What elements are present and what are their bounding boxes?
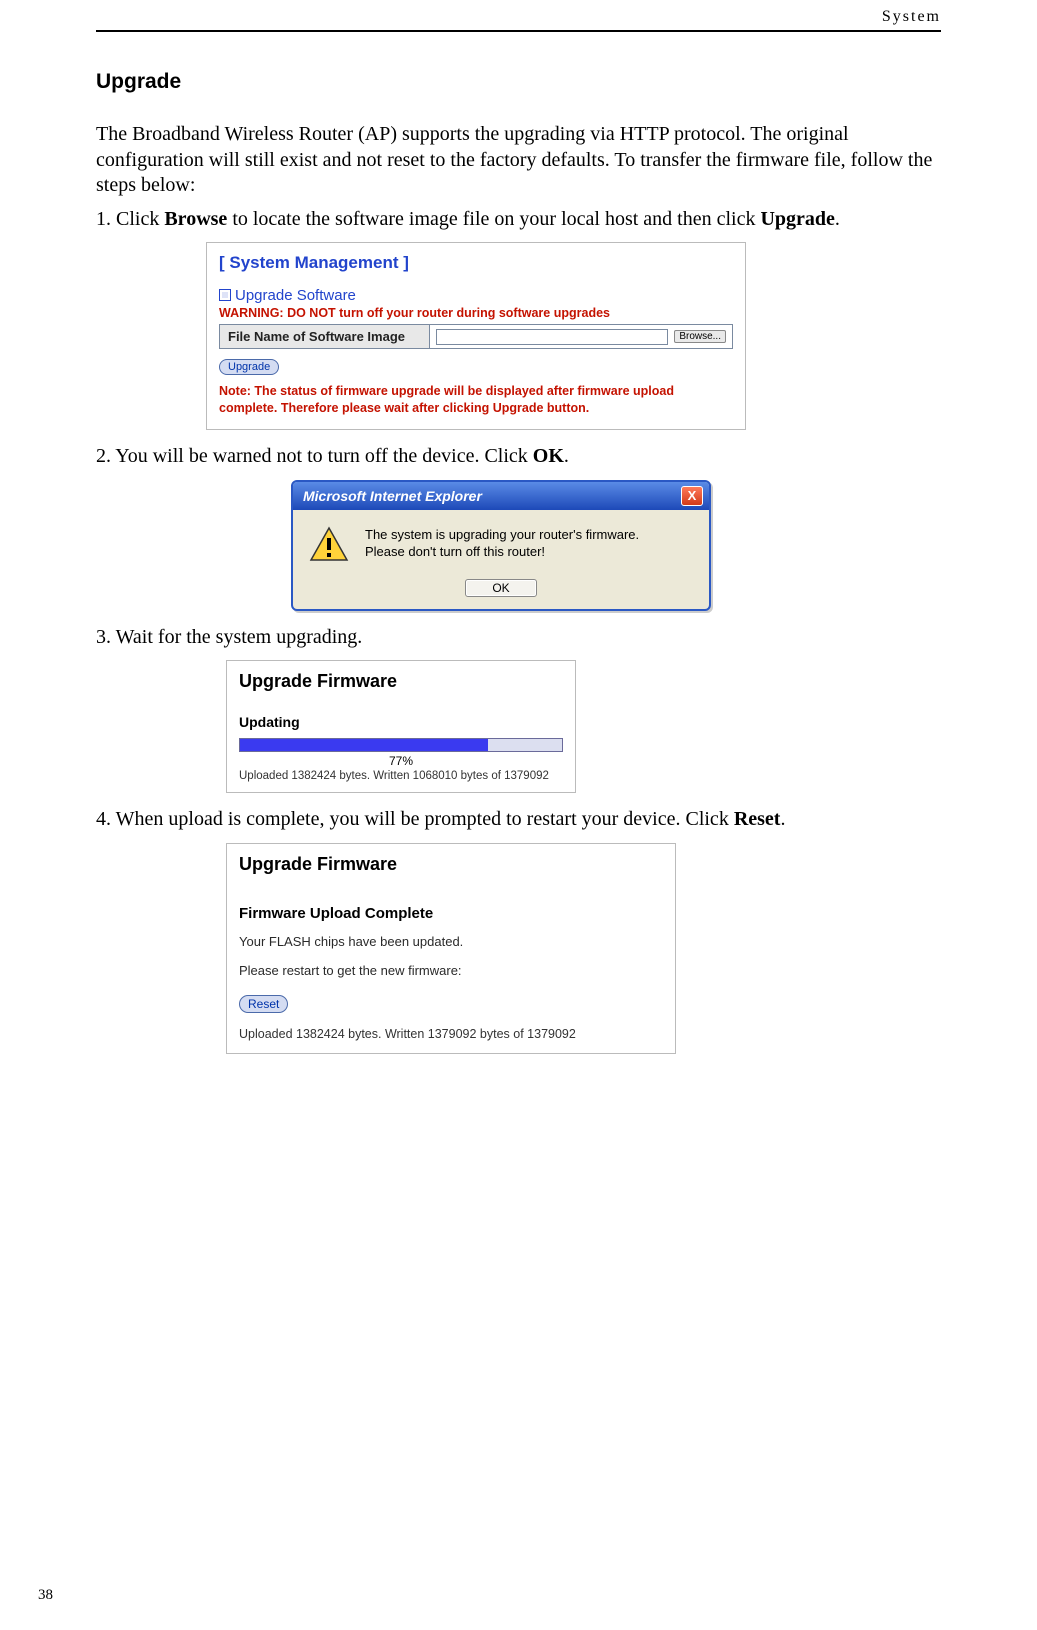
system-management-panel: [ System Management ] Upgrade Software W… bbox=[206, 242, 746, 430]
text: to locate the software image file on you… bbox=[227, 208, 760, 230]
step-3: 3. Wait for the system upgrading. bbox=[96, 625, 941, 651]
browse-button[interactable]: Browse... bbox=[674, 330, 726, 343]
progress-fill bbox=[240, 739, 488, 751]
complete-line-1: Your FLASH chips have been updated. bbox=[239, 934, 663, 949]
page-number: 38 bbox=[38, 1587, 53, 1604]
note-line: Note: The status of firmware upgrade wil… bbox=[219, 383, 733, 417]
updating-label: Updating bbox=[239, 714, 563, 730]
progress-percent: 77% bbox=[239, 754, 563, 768]
dialog-msg-line-2: Please don't turn off this router! bbox=[365, 543, 639, 561]
upgrade-software-heading: Upgrade Software bbox=[219, 287, 733, 304]
upgrade-complete-panel: Upgrade Firmware Firmware Upload Complet… bbox=[226, 843, 676, 1054]
complete-line-2: Please restart to get the new firmware: bbox=[239, 963, 663, 978]
warning-label: WARNING: bbox=[219, 306, 287, 320]
text: 2. You will be warned not to turn off th… bbox=[96, 445, 533, 467]
upload-complete-heading: Firmware Upload Complete bbox=[239, 905, 663, 922]
dialog-message: The system is upgrading your router's fi… bbox=[365, 526, 639, 562]
intro-paragraph: The Broadband Wireless Router (AP) suppo… bbox=[96, 122, 941, 199]
dialog-msg-line-1: The system is upgrading your router's fi… bbox=[365, 526, 639, 544]
ok-button[interactable]: OK bbox=[465, 579, 536, 597]
header-rule bbox=[96, 30, 941, 32]
text: . bbox=[564, 445, 569, 467]
step-4: 4. When upload is complete, you will be … bbox=[96, 807, 941, 833]
dialog-body: The system is upgrading your router's fi… bbox=[293, 510, 709, 572]
warning-line: WARNING: DO NOT turn off your router dur… bbox=[219, 306, 733, 320]
file-input-wrap: Browse... bbox=[430, 325, 732, 348]
dialog-titlebar: Microsoft Internet Explorer X bbox=[293, 482, 709, 510]
file-label: File Name of Software Image bbox=[220, 325, 430, 348]
content-area: Upgrade The Broadband Wireless Router (A… bbox=[96, 70, 941, 1068]
note-label: Note: bbox=[219, 384, 254, 398]
dialog-button-row: OK bbox=[293, 572, 709, 609]
warning-text: DO NOT turn off your router during softw… bbox=[287, 306, 610, 320]
bold-browse: Browse bbox=[164, 208, 227, 230]
step-2: 2. You will be warned not to turn off th… bbox=[96, 444, 941, 470]
ie-alert-dialog: Microsoft Internet Explorer X The system… bbox=[291, 480, 711, 611]
warning-icon bbox=[309, 526, 349, 562]
progress-status: Uploaded 1382424 bytes. Written 1068010 … bbox=[239, 770, 563, 782]
progress-bar bbox=[239, 738, 563, 752]
dialog-title: Microsoft Internet Explorer bbox=[303, 488, 482, 504]
text: . bbox=[780, 808, 785, 830]
note-text: The status of firmware upgrade will be d… bbox=[219, 384, 674, 415]
reset-button[interactable]: Reset bbox=[239, 995, 288, 1013]
header-section-label: System bbox=[882, 8, 941, 26]
text: 4. When upload is complete, you will be … bbox=[96, 808, 734, 830]
text: Upgrade Software bbox=[235, 287, 356, 304]
panel-title: Upgrade Firmware bbox=[239, 854, 663, 875]
panel-title: Upgrade Firmware bbox=[239, 671, 563, 692]
file-input[interactable] bbox=[436, 329, 668, 345]
upgrade-progress-panel: Upgrade Firmware Updating 77% Uploaded 1… bbox=[226, 660, 576, 793]
page-icon bbox=[219, 289, 231, 301]
panel-title: [ System Management ] bbox=[219, 253, 733, 273]
bold-upgrade: Upgrade bbox=[760, 208, 834, 230]
step-1: 1. Click Browse to locate the software i… bbox=[96, 207, 941, 233]
page-title: Upgrade bbox=[96, 70, 941, 94]
close-button[interactable]: X bbox=[681, 486, 703, 506]
file-input-row: File Name of Software Image Browse... bbox=[219, 324, 733, 349]
text: . bbox=[835, 208, 840, 230]
bold-reset: Reset bbox=[734, 808, 781, 830]
text: 1. Click bbox=[96, 208, 164, 230]
complete-status: Uploaded 1382424 bytes. Written 1379092 … bbox=[239, 1027, 663, 1041]
bold-ok: OK bbox=[533, 445, 564, 467]
upgrade-button[interactable]: Upgrade bbox=[219, 359, 279, 375]
